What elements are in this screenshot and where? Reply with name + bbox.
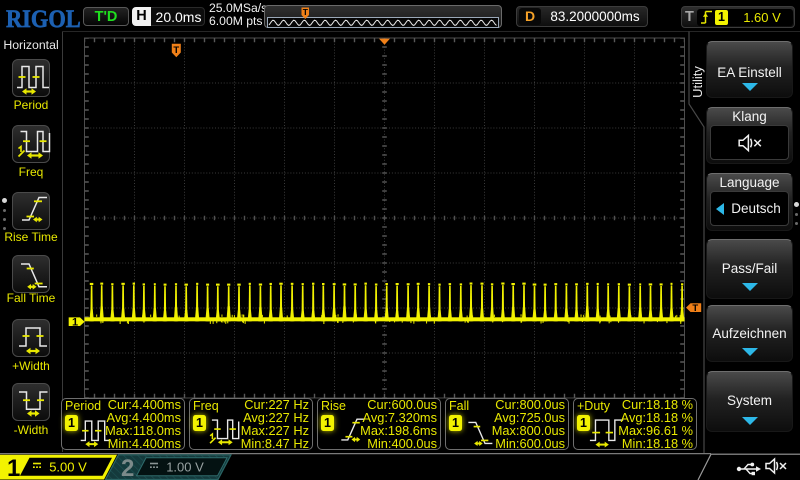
svg-text:1.00 V: 1.00 V bbox=[166, 460, 204, 475]
svg-text:5.00 V: 5.00 V bbox=[49, 460, 87, 475]
svg-text:1: 1 bbox=[7, 455, 20, 480]
svg-text:2: 2 bbox=[121, 455, 134, 480]
